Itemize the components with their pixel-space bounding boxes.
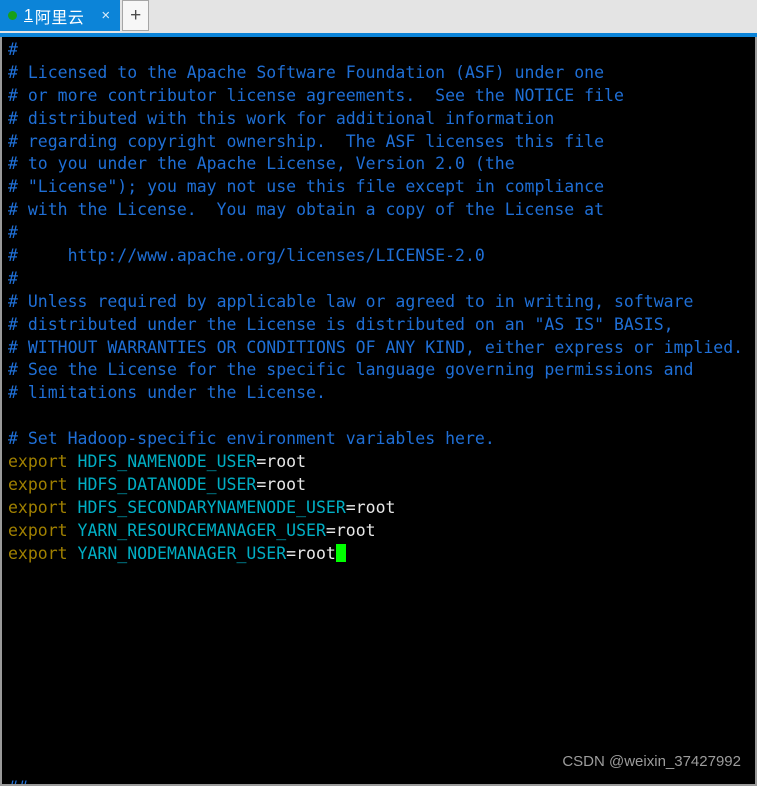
- terminal-text-span: HDFS_DATANODE_USER: [77, 474, 257, 494]
- terminal-line: # http://www.apache.org/licenses/LICENSE…: [8, 245, 755, 268]
- terminal-line: #: [8, 39, 755, 62]
- terminal-text-span: export: [8, 497, 68, 517]
- terminal-line: export HDFS_SECONDARYNAMENODE_USER=root: [8, 497, 755, 520]
- terminal-text-span: # See the License for the specific langu…: [8, 360, 694, 380]
- terminal-text-span: # WITHOUT WARRANTIES OR CONDITIONS OF AN…: [8, 337, 744, 357]
- terminal-text-span: [68, 475, 78, 494]
- terminal-text-span: # distributed under the License is distr…: [8, 314, 674, 334]
- terminal-text-span: [68, 521, 78, 540]
- terminal-text-span: [68, 452, 78, 471]
- terminal-text-span: # Unless required by applicable law or a…: [8, 291, 694, 311]
- terminal-text-span: =root: [325, 520, 376, 540]
- tilde-filler-line: ##: [8, 777, 127, 784]
- terminal-screen[interactable]: # # Licensed to the Apache Software Found…: [8, 39, 755, 784]
- terminal-text-span: =root: [256, 474, 307, 494]
- terminal-line: #: [8, 222, 755, 245]
- terminal-text-span: =root: [286, 543, 336, 563]
- terminal-line: # Unless required by applicable law or a…: [8, 291, 755, 314]
- terminal-text-span: export: [8, 452, 68, 472]
- terminal-line: # See the License for the specific langu…: [8, 359, 755, 382]
- terminal-line: export YARN_RESOURCEMANAGER_USER=root: [8, 520, 755, 543]
- terminal-text-span: # to you under the Apache License, Versi…: [8, 154, 515, 174]
- terminal-window[interactable]: # # Licensed to the Apache Software Found…: [0, 37, 757, 786]
- terminal-text-span: # with the License. You may obtain a cop…: [8, 200, 605, 220]
- terminal-text-span: [68, 498, 78, 517]
- terminal-text-span: =root: [345, 497, 396, 517]
- terminal-text-span: # regarding copyright ownership. The ASF…: [8, 131, 605, 151]
- terminal-line: # to you under the Apache License, Versi…: [8, 153, 755, 176]
- terminal-text-span: # Licensed to the Apache Software Founda…: [8, 62, 605, 82]
- terminal-text-span: # or more contributor license agreements…: [8, 85, 624, 105]
- editor-status-block: ## -- INSERT --: [8, 731, 127, 784]
- terminal-text-span: export: [8, 543, 68, 563]
- terminal-text-span: [8, 406, 18, 425]
- terminal-text-span: # http://www.apache.org/licenses/LICENSE…: [8, 246, 485, 266]
- terminal-line: export HDFS_DATANODE_USER=root: [8, 474, 755, 497]
- terminal-text-span: # Set Hadoop-specific environment variab…: [8, 429, 495, 449]
- watermark: CSDN @weixin_37427992: [562, 753, 741, 770]
- terminal-text-span: YARN_RESOURCEMANAGER_USER: [77, 520, 326, 540]
- terminal-line: # distributed under the License is distr…: [8, 314, 755, 337]
- tab-title: 阿里云: [34, 9, 85, 27]
- terminal-text-span: # "License"); you may not use this file …: [8, 177, 605, 197]
- tab-bar-empty-area: [149, 0, 757, 31]
- terminal-line: # regarding copyright ownership. The ASF…: [8, 131, 755, 154]
- terminal-line: #: [8, 268, 755, 291]
- terminal-text-span: #: [8, 223, 18, 243]
- new-tab-button[interactable]: +: [122, 0, 150, 31]
- terminal-line: export HDFS_NAMENODE_USER=root: [8, 451, 755, 474]
- terminal-line: # with the License. You may obtain a cop…: [8, 199, 755, 222]
- terminal-text-span: # distributed with this work for additio…: [8, 108, 555, 128]
- tab-bar: 1 阿里云 × +: [0, 0, 757, 33]
- terminal-line: # Licensed to the Apache Software Founda…: [8, 62, 755, 85]
- terminal-line: [8, 405, 755, 428]
- terminal-text-span: export: [8, 520, 68, 540]
- terminal-line: # Set Hadoop-specific environment variab…: [8, 428, 755, 451]
- terminal-text-span: HDFS_SECONDARYNAMENODE_USER: [77, 497, 346, 517]
- terminal-text-span: #: [8, 268, 18, 288]
- tilde-filler-text: ##: [8, 778, 28, 784]
- tab-index-label: 1: [24, 6, 33, 24]
- close-icon[interactable]: ×: [97, 6, 114, 26]
- terminal-text-span: YARN_NODEMANAGER_USER: [77, 543, 287, 563]
- tab-aliyun[interactable]: 1 阿里云 ×: [0, 0, 121, 31]
- terminal-text-span: [68, 544, 78, 563]
- terminal-text-span: HDFS_NAMENODE_USER: [77, 452, 257, 472]
- terminal-text-span: export: [8, 474, 68, 494]
- terminal-line: # WITHOUT WARRANTIES OR CONDITIONS OF AN…: [8, 337, 755, 360]
- terminal-text-span: =root: [256, 452, 307, 472]
- terminal-line: # limitations under the License.: [8, 382, 755, 405]
- terminal-line: # "License"); you may not use this file …: [8, 176, 755, 199]
- terminal-text-span: # limitations under the License.: [8, 383, 326, 403]
- terminal-line: # or more contributor license agreements…: [8, 85, 755, 108]
- text-cursor: [335, 543, 346, 562]
- terminal-line: export YARN_NODEMANAGER_USER=root: [8, 543, 755, 566]
- terminal-text-span: #: [8, 40, 18, 59]
- green-dot-icon: [8, 11, 17, 20]
- terminal-line: # distributed with this work for additio…: [8, 108, 755, 131]
